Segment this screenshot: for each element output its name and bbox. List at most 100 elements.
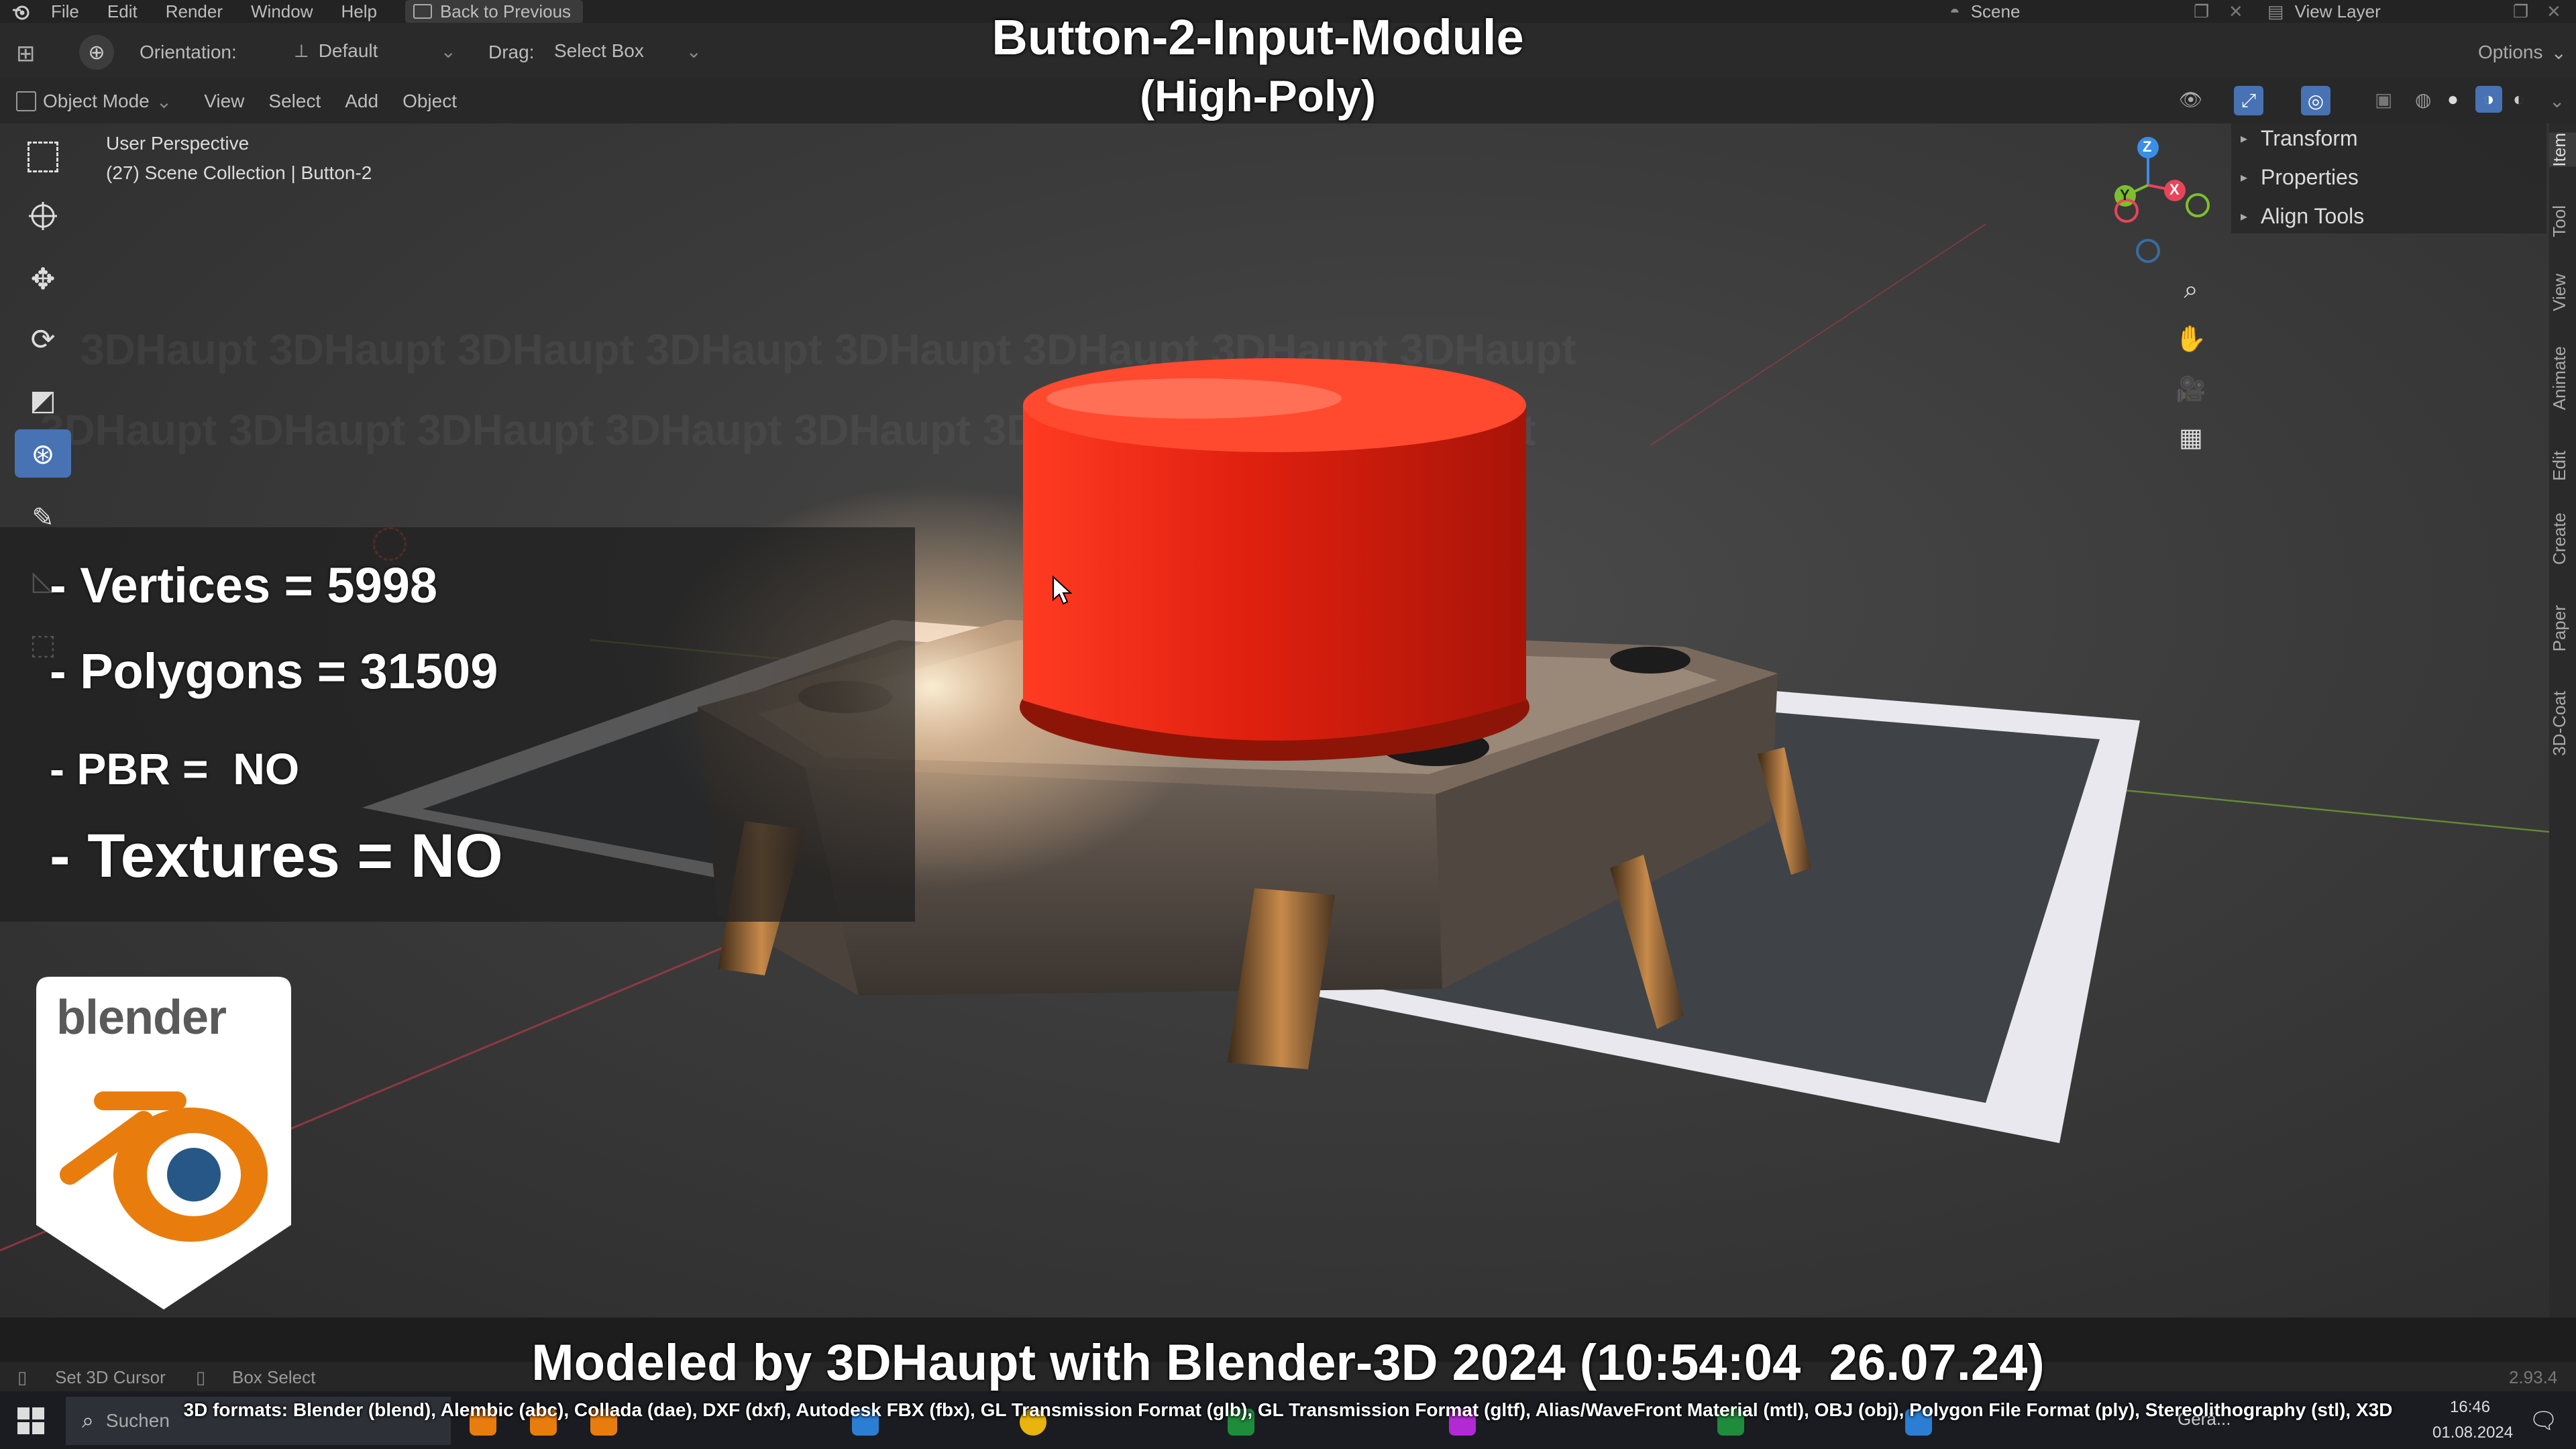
cap-highlight [1046, 378, 1342, 419]
view-layer-new-icon[interactable]: ❐ [2513, 1, 2528, 22]
object-mode-dropdown[interactable]: Object Mode ⌄ [16, 91, 172, 113]
shading-solid-icon[interactable]: ● [2447, 89, 2459, 110]
orientation-dropdown[interactable]: ⟂ Default ⌄ [295, 36, 456, 66]
gizmo-x-label: X [2169, 181, 2180, 198]
viewport-menu-select[interactable]: Select [268, 91, 321, 112]
stat-textures: - Textures = NO [50, 822, 503, 890]
view-layer-label: View Layer [2294, 1, 2381, 21]
chevron-down-icon: ⌄ [686, 40, 702, 62]
chevron-right-icon: ▸ [2241, 170, 2248, 185]
navigation-gizmo[interactable]: Z X Y [2073, 123, 2220, 271]
perspective-grid-icon[interactable]: ▦ [2171, 417, 2211, 458]
drag-value: Select Box [554, 40, 644, 61]
tab-animate[interactable]: Animate [2549, 346, 2576, 410]
rotate-tool-icon[interactable]: ⟳ [15, 315, 71, 364]
object-mode-label: Object Mode [43, 91, 150, 111]
panel-properties[interactable]: ▸ Properties [2241, 165, 2359, 190]
menu-edit[interactable]: Edit [107, 1, 138, 22]
panel-transform-label: Transform [2261, 126, 2358, 150]
tab-tool[interactable]: Tool [2549, 205, 2576, 237]
scene-icon: ◓ [1949, 1, 1960, 21]
cap-side [1023, 405, 1526, 741]
object-mode-icon [16, 91, 36, 111]
scale-tool-icon[interactable]: ◩ [15, 376, 71, 424]
visibility-icon[interactable]: 👁 [2179, 89, 2203, 111]
active-tool-icon[interactable]: ⊕ [79, 35, 114, 70]
drag-label: Drag: [488, 42, 535, 62]
menu-help[interactable]: Help [341, 1, 376, 22]
back-to-previous-button[interactable]: Back to Previous [405, 0, 584, 23]
panel-align-tools-label: Align Tools [2261, 204, 2365, 228]
zoom-icon[interactable]: ⌕ [2171, 270, 2211, 310]
panel-align-tools[interactable]: ▸ Align Tools [2241, 204, 2364, 229]
options-dropdown[interactable]: Options ⌄ [2478, 42, 2567, 64]
viewport-collection-label: (27) Scene Collection | Button-2 [106, 162, 372, 183]
scene-selector[interactable]: ◓ Scene [1949, 0, 2020, 23]
chevron-right-icon: ▸ [2241, 209, 2248, 224]
back-icon [413, 4, 432, 19]
shading-rendered-icon[interactable]: ◐ [2513, 89, 2524, 110]
select-box-tool-icon[interactable] [15, 133, 71, 181]
orientation-icon: ⟂ [295, 40, 308, 61]
shading-material-icon[interactable]: ◑ [2475, 86, 2502, 113]
tab-view[interactable]: View [2549, 274, 2576, 311]
formats-caption: 3D formats: Blender (blend), Alembic (ab… [183, 1399, 2393, 1420]
orientation-label: Orientation: [140, 42, 237, 62]
view-layer-icon: ▤ [2267, 1, 2284, 21]
overlay-title-line2: (High-Poly) [1140, 71, 1376, 121]
stat-pbr: - PBR = NO [50, 744, 300, 794]
blender-logo: blender [36, 977, 291, 1309]
modeled-by-caption: Modeled by 3DHaupt with Blender-3D 2024 … [531, 1334, 2045, 1391]
blender-menu-icon[interactable] [11, 1, 31, 21]
view-layer-remove-icon[interactable]: ✕ [2546, 1, 2561, 22]
chevron-down-icon[interactable]: ⌄ [2549, 90, 2565, 112]
red-guide-line [1650, 223, 1986, 446]
menu-window[interactable]: Window [251, 1, 313, 22]
cursor-tool-icon[interactable] [15, 192, 71, 240]
blender-logo-text: blender [56, 991, 227, 1044]
chevron-right-icon: ▸ [2241, 131, 2248, 146]
stats-box: - Vertices = 5998 - Polygons = 31509 - P… [0, 527, 915, 922]
taskbar-date: 01.08.2024 [2432, 1424, 2514, 1442]
tab-edit[interactable]: Edit [2549, 451, 2576, 481]
gizmo-y-label: Y [2120, 186, 2130, 203]
scene-label: Scene [1970, 1, 2021, 21]
menu-file[interactable]: File [51, 1, 79, 22]
panel-properties-label: Properties [2261, 165, 2359, 189]
back-to-previous-label: Back to Previous [439, 1, 572, 21]
view-layer-selector[interactable]: ▤ View Layer [2267, 0, 2381, 23]
stat-polygons: - Polygons = 31509 [50, 643, 498, 699]
shading-wireframe-icon[interactable]: ◍ [2415, 89, 2431, 111]
viewport-perspective-label: User Perspective [106, 133, 250, 154]
stat-vertices: - Vertices = 5998 [50, 557, 438, 613]
camera-icon[interactable]: 🎥 [2171, 369, 2211, 409]
xray-icon[interactable]: ▣ [2375, 89, 2392, 111]
tab-3d-coat[interactable]: 3D-Coat [2549, 691, 2576, 756]
overlay-title-line1: Button-2-Input-Module [991, 9, 1524, 65]
editor-type-icon[interactable]: ⊞ [16, 40, 36, 67]
pan-hand-icon[interactable]: ✋ [2171, 319, 2211, 360]
overlay-title: Button-2-Input-Module (High-Poly) [912, 7, 1603, 123]
viewport-menu-object[interactable]: Object [402, 91, 457, 112]
scene-remove-icon[interactable]: ✕ [2229, 1, 2243, 22]
gizmo-toggle-icon[interactable]: ⤢ [2234, 86, 2263, 115]
viewport-menu-add[interactable]: Add [345, 91, 378, 112]
options-label: Options [2478, 42, 2543, 62]
menu-render[interactable]: Render [166, 1, 223, 22]
chevron-down-icon: ⌄ [2551, 42, 2567, 63]
corner-dot [1610, 647, 1690, 674]
overlays-toggle-icon[interactable]: ◎ [2301, 86, 2330, 115]
move-tool-icon[interactable]: ✥ [15, 255, 71, 303]
tab-item[interactable]: Item [2549, 133, 2576, 167]
tab-create[interactable]: Create [2549, 513, 2576, 565]
viewport-menu-view[interactable]: View [204, 91, 244, 112]
scene-new-icon[interactable]: ❐ [2194, 1, 2209, 22]
tab-paper[interactable]: Paper [2549, 605, 2576, 651]
chevron-down-icon: ⌄ [440, 40, 456, 62]
chevron-down-icon: ⌄ [156, 91, 172, 112]
drag-dropdown[interactable]: Select Box ⌄ [554, 36, 702, 66]
orientation-value: Default [318, 40, 378, 61]
panel-transform[interactable]: ▸ Transform [2241, 126, 2358, 151]
mouse-pointer-icon [1052, 575, 1073, 608]
transform-tool-icon[interactable]: ⊛ [15, 429, 71, 478]
